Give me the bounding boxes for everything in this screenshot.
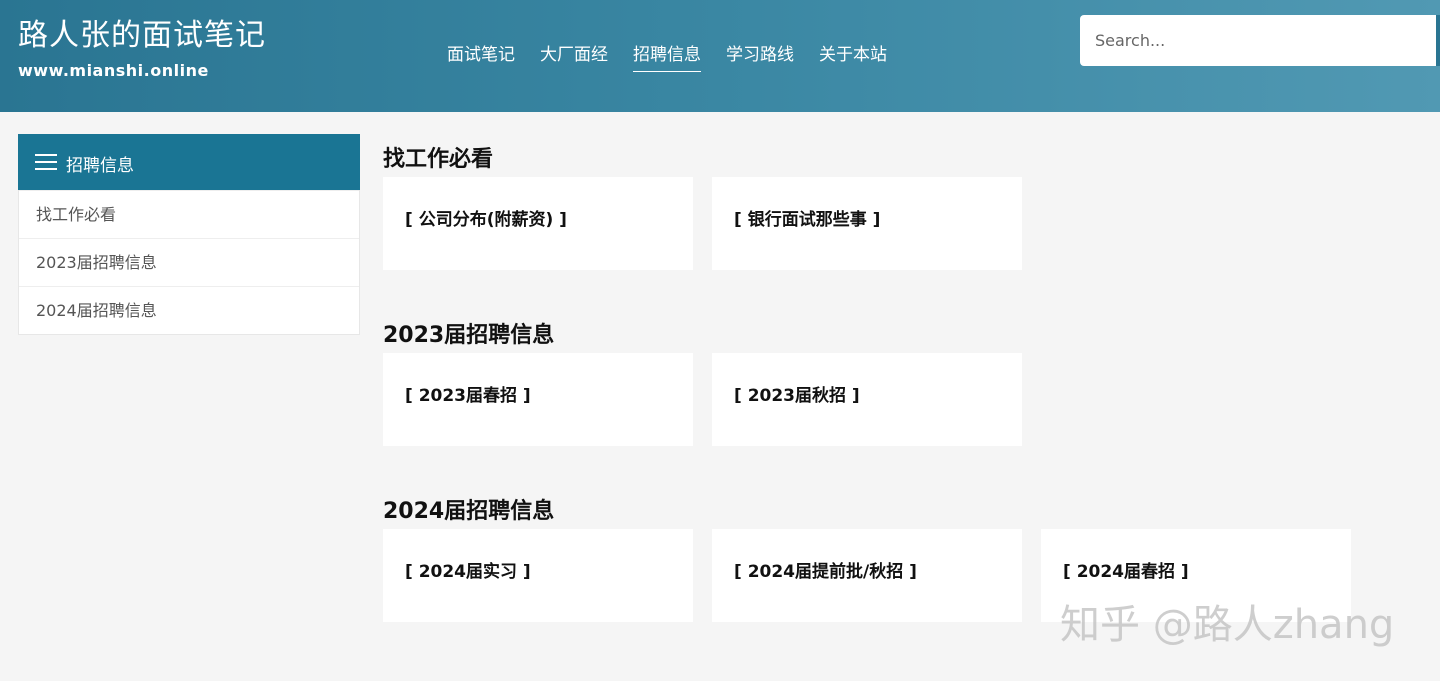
card-label: [ 公司分布(附薪资) ]: [405, 210, 567, 230]
card-label: [ 2024届春招 ]: [1063, 562, 1189, 582]
section-title-2024: 2024届招聘信息: [383, 499, 555, 524]
nav-item-learning-path[interactable]: 学习路线: [726, 40, 794, 71]
nav-item-interview-notes[interactable]: 面试笔记: [447, 40, 515, 71]
card-2023-autumn[interactable]: [ 2023届秋招 ]: [712, 353, 1022, 446]
sidebar-title: 招聘信息: [66, 156, 134, 176]
zhihu-watermark: 知乎 @路人zhang: [1060, 602, 1395, 648]
card-label: [ 银行面试那些事 ]: [734, 210, 881, 230]
card-2024-early-autumn[interactable]: [ 2024届提前批/秋招 ]: [712, 529, 1022, 622]
card-label: [ 2023届秋招 ]: [734, 386, 860, 406]
card-label: [ 2023届春招 ]: [405, 386, 531, 406]
sidebar: 招聘信息 找工作必看 2023届招聘信息 2024届招聘信息: [18, 134, 360, 335]
section-title-2023: 2023届招聘信息: [383, 323, 555, 348]
sidebar-item-job-hunting-must-read[interactable]: 找工作必看: [19, 190, 359, 238]
card-label: [ 2024届提前批/秋招 ]: [734, 562, 917, 582]
section-title-job-hunting: 找工作必看: [383, 147, 494, 172]
card-2023-spring[interactable]: [ 2023届春招 ]: [383, 353, 693, 446]
sidebar-header[interactable]: 招聘信息: [18, 134, 360, 190]
site-header: 路人张的面试笔记 www.mianshi.online 面试笔记 大厂面经 招聘信息…: [0, 0, 1440, 112]
site-title[interactable]: 路人张的面试笔记: [18, 10, 266, 54]
nav-item-about[interactable]: 关于本站: [819, 40, 887, 71]
sidebar-item-2024-recruitment[interactable]: 2024届招聘信息: [19, 286, 359, 334]
nav-item-big-company-experience[interactable]: 大厂面经: [540, 40, 608, 71]
card-bank-interview[interactable]: [ 银行面试那些事 ]: [712, 177, 1022, 270]
site-url[interactable]: www.mianshi.online: [18, 61, 209, 80]
search-input[interactable]: [1080, 15, 1430, 66]
card-label: [ 2024届实习 ]: [405, 562, 531, 582]
hamburger-menu-icon[interactable]: [35, 154, 57, 170]
card-2024-internship[interactable]: [ 2024届实习 ]: [383, 529, 693, 622]
card-company-distribution[interactable]: [ 公司分布(附薪资) ]: [383, 177, 693, 270]
nav-item-recruitment-info[interactable]: 招聘信息: [633, 40, 701, 72]
main-nav: 面试笔记 大厂面经 招聘信息 学习路线 关于本站: [447, 40, 912, 72]
search-box: [1080, 15, 1440, 66]
sidebar-item-2023-recruitment[interactable]: 2023届招聘信息: [19, 238, 359, 286]
search-button[interactable]: [1436, 15, 1440, 66]
